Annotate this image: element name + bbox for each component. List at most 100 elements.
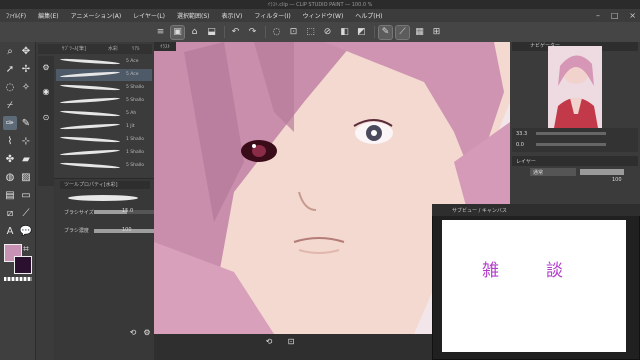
operation-icon[interactable]: ➚ xyxy=(3,62,17,76)
opacity-slider[interactable] xyxy=(580,169,624,175)
undo-icon[interactable]: ↶ xyxy=(229,26,242,39)
tool-property-panel: ツールプロパティ[水彩] ブラシサイズ 15.0 ブラシ濃度 100 ⟲ ⚙ xyxy=(54,178,154,360)
brush-item[interactable]: 5 Ace xyxy=(56,56,152,68)
navigator-thumbnail xyxy=(548,46,602,128)
maximize-icon[interactable]: □ xyxy=(611,11,619,20)
brush-item[interactable]: 1 Shallo xyxy=(56,147,152,159)
transparent-swatch[interactable] xyxy=(4,277,32,281)
brush-list: 5 Ace 5 Ace 5 Shallo 5 Shallo 5 Ah 1 Jit 1 Sha… xyxy=(36,56,154,176)
brush-size-label: ブラシサイズ xyxy=(64,210,94,216)
lasso-icon[interactable]: ◌ xyxy=(3,80,17,94)
sub-color-swatch[interactable] xyxy=(14,256,32,274)
move-icon[interactable]: ✥ xyxy=(19,44,33,58)
brush-stroke-preview xyxy=(59,161,121,170)
brush-tool-icon[interactable]: ⌇ xyxy=(3,134,17,148)
subview-title: サブビュー / キャンバス xyxy=(452,207,507,214)
color-swatches[interactable] xyxy=(4,244,32,281)
brush-item-label: 5 Ah xyxy=(126,111,137,116)
brush-item[interactable]: 5 Shallo xyxy=(56,95,152,107)
move-layer-icon[interactable]: ✢ xyxy=(19,62,33,76)
wand-icon[interactable]: ✧ xyxy=(19,80,33,94)
menu-help[interactable]: ヘルプ(H) xyxy=(355,11,382,20)
menu-filter[interactable]: フィルター(I) xyxy=(254,11,290,20)
invert-icon[interactable]: ◧ xyxy=(338,26,351,39)
zoom-icon[interactable]: ⌕ xyxy=(3,44,17,58)
subview-canvas[interactable]: 雑 談 xyxy=(442,220,626,352)
eraser-icon[interactable]: ▰ xyxy=(19,152,33,166)
angle-slider[interactable] xyxy=(536,143,606,146)
brush-item-label: 5 Ace xyxy=(126,59,139,64)
navigator-preview[interactable] xyxy=(548,46,602,128)
subtool-tab-title[interactable]: ｻﾌﾞﾂｰﾙ[筆] xyxy=(62,45,86,52)
deselect-icon[interactable]: ⊘ xyxy=(321,26,334,39)
menu-view[interactable]: 表示(V) xyxy=(222,11,243,20)
airbrush-icon[interactable]: ⊹ xyxy=(19,134,33,148)
brush-item[interactable]: 1 Jit xyxy=(56,121,152,133)
figure-icon[interactable]: ▭ xyxy=(19,188,33,202)
menu-icon[interactable]: ≡ xyxy=(154,26,167,39)
brush-item[interactable]: 5 Ah xyxy=(56,108,152,120)
menu-selection[interactable]: 選択範囲(S) xyxy=(177,11,210,20)
command-bar: ≡ ▣ ⌂ ⬓ ↶ ↷ ◌ ⊡ ⬚ ⊘ ◧ ◩ ✎ ⟋ ▦ ⊞ xyxy=(0,22,640,42)
fill-tool-icon[interactable]: ▨ xyxy=(19,170,33,184)
brush-item[interactable]: 5 Shallo xyxy=(56,160,152,172)
canvas-tab[interactable]: ｲﾗｽﾄ xyxy=(154,42,177,51)
eyedropper-icon[interactable]: ⌿ xyxy=(3,98,17,112)
close-icon[interactable]: × xyxy=(629,11,636,20)
balloon-icon[interactable]: 💬 xyxy=(19,224,33,238)
canvas-status-bar: ⟲ ⊡ xyxy=(154,334,432,360)
fit-icon[interactable]: ⊡ xyxy=(284,334,298,348)
blend-icon[interactable]: ◍ xyxy=(3,170,17,184)
pencil-tool-icon[interactable]: ✎ xyxy=(19,116,33,130)
pen-icon[interactable]: ✎ xyxy=(378,24,393,40)
brush-item-label: 1 Shallo xyxy=(126,137,145,142)
grid-icon[interactable]: ▦ xyxy=(413,26,426,39)
kanji-1: 雑 xyxy=(482,261,499,281)
decoration-icon[interactable]: ✤ xyxy=(3,152,17,166)
save-icon[interactable]: ⬓ xyxy=(205,26,218,39)
rotate-icon[interactable]: ⟲ xyxy=(262,334,276,348)
frame-icon[interactable]: ⧄ xyxy=(3,206,17,220)
kanji-2: 談 xyxy=(546,261,563,281)
new-file-icon[interactable]: ▣ xyxy=(170,24,185,40)
menu-window[interactable]: ウィンドウ(W) xyxy=(303,11,344,20)
window-controls: – □ × xyxy=(596,9,636,22)
divider xyxy=(265,26,266,38)
brush-item[interactable]: 5 Ace xyxy=(56,69,152,81)
wrench-icon[interactable]: ⚙ xyxy=(140,325,154,339)
tool-property-title: ツールプロパティ[水彩] xyxy=(60,181,150,189)
subview-header: サブビュー / キャンバス xyxy=(432,204,640,216)
brush-item[interactable]: 5 Shallo xyxy=(56,82,152,94)
opacity-value: 100 xyxy=(612,177,622,183)
fill-icon[interactable]: ◩ xyxy=(355,26,368,39)
pen-tool-icon[interactable]: ✑ xyxy=(3,116,17,130)
brush-item-label: 5 Shallo xyxy=(126,85,145,90)
brush-preview xyxy=(68,195,138,201)
subtool-tab-real[interactable]: ﾘｱﾙ xyxy=(132,45,140,52)
brush-item-label: 1 Jit xyxy=(126,124,135,129)
reset-icon[interactable]: ⟲ xyxy=(126,325,140,339)
ruler-icon[interactable]: ⟋ xyxy=(395,24,410,40)
minimize-icon[interactable]: – xyxy=(596,11,600,20)
zoom-slider[interactable] xyxy=(536,132,606,135)
redo-icon[interactable]: ↷ xyxy=(246,26,259,39)
menu-edit[interactable]: 編集(E) xyxy=(38,11,58,20)
menu-layer[interactable]: レイヤー(L) xyxy=(133,11,165,20)
text-icon[interactable]: A xyxy=(3,224,17,238)
open-file-icon[interactable]: ⌂ xyxy=(188,26,201,39)
select-icon[interactable]: ⬚ xyxy=(304,26,317,39)
blend-mode-select[interactable]: 通常 xyxy=(530,168,576,176)
navigator-controls: 33.3 0.0 xyxy=(512,128,638,152)
ruler-tool-icon[interactable]: ⟋ xyxy=(19,206,33,220)
snap-icon[interactable]: ⊞ xyxy=(430,26,443,39)
subtool-tab-watercolor[interactable]: 水彩 xyxy=(108,45,118,52)
menu-file[interactable]: ﾌｧｲﾙ(F) xyxy=(6,11,26,20)
menu-animation[interactable]: アニメーション(A) xyxy=(71,11,122,20)
brush-item[interactable]: 1 Shallo xyxy=(56,134,152,146)
divider xyxy=(224,26,225,38)
transform-icon[interactable]: ⊡ xyxy=(287,26,300,39)
window-title: ｲﾗｽﾄ.clip ― CLIP STUDIO PAINT ― 100.0 % xyxy=(267,2,373,8)
clear-icon[interactable]: ◌ xyxy=(270,26,283,39)
gradient-icon[interactable]: ▤ xyxy=(3,188,17,202)
layer-panel-title: レイヤー xyxy=(516,158,536,165)
